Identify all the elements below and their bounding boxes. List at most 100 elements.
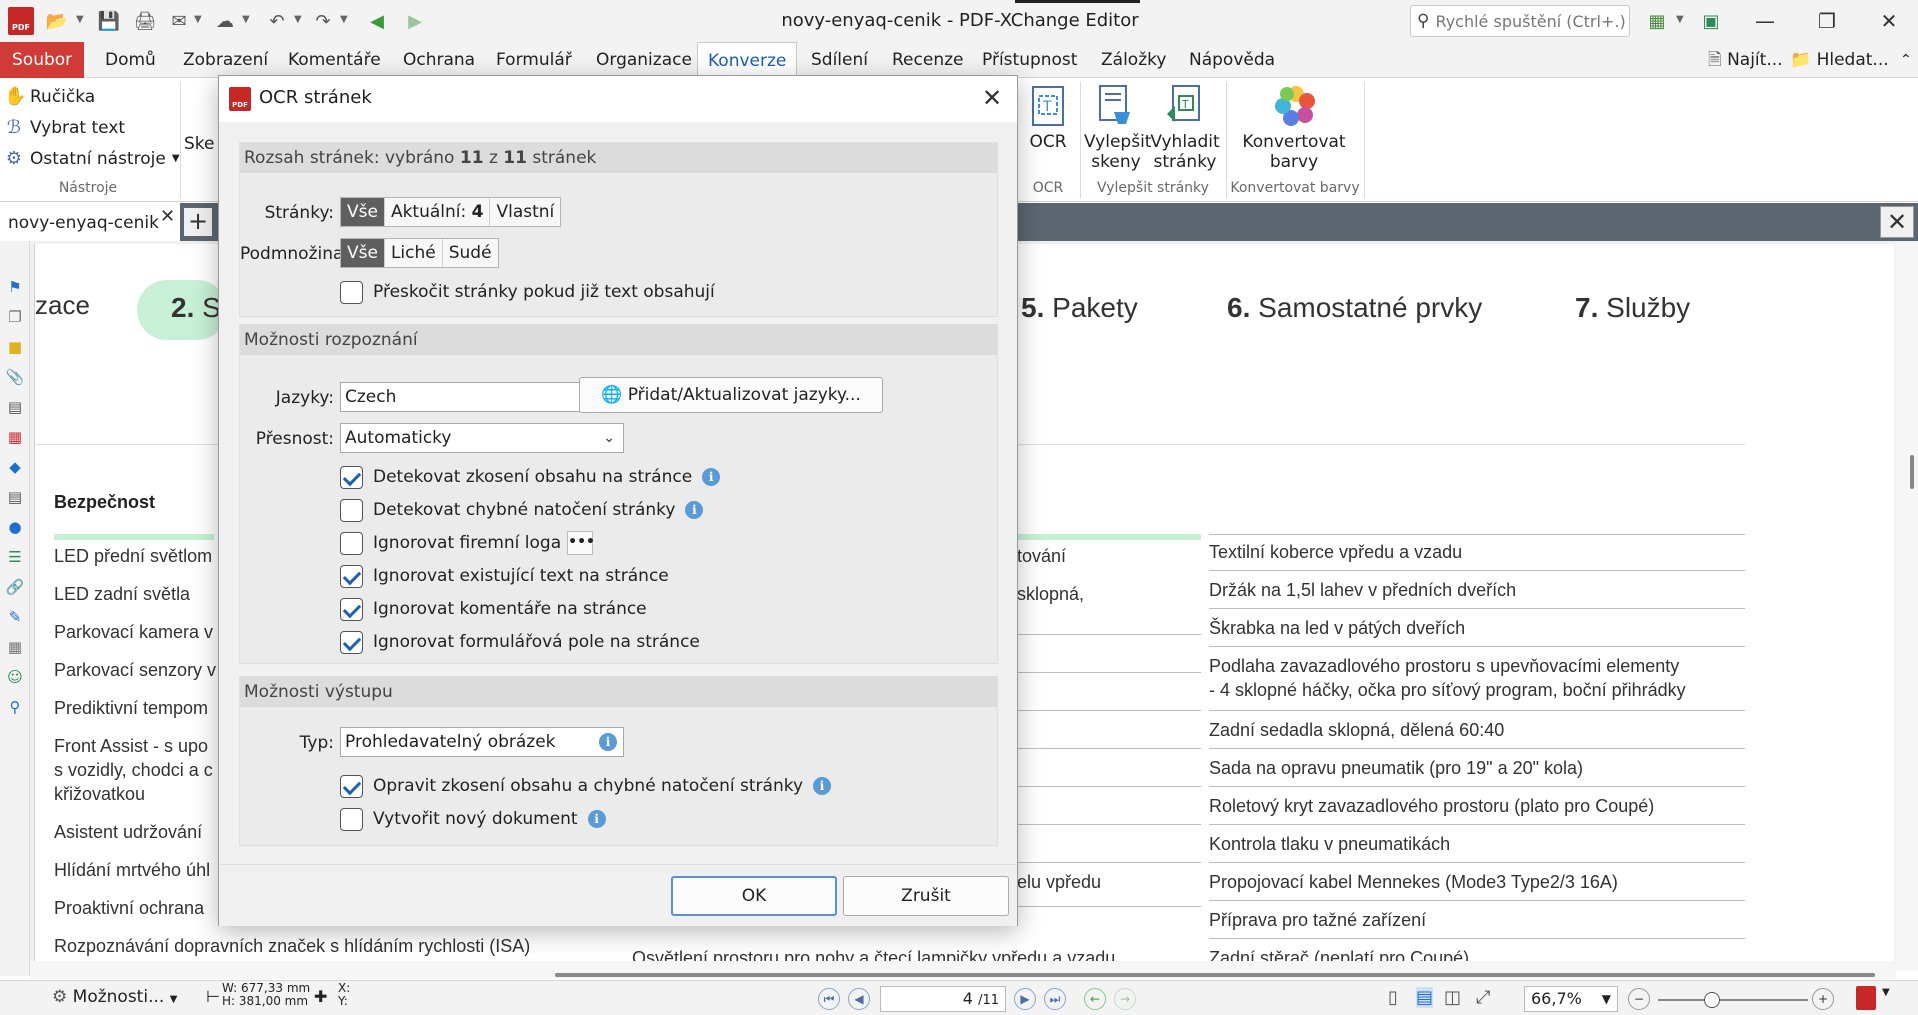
print-icon[interactable]: 🖨: [132, 8, 158, 34]
menu-bookmarks[interactable]: Záložky: [1091, 42, 1176, 78]
output-type-select[interactable]: Prohledavatelný obrázek i: [340, 727, 624, 757]
ignore-text-checkbox[interactable]: Ignorovat existující text na stránce: [340, 564, 669, 588]
email-icon[interactable]: ✉: [166, 8, 192, 34]
horizontal-scroll-thumb[interactable]: [555, 973, 1875, 977]
chevron-down-icon[interactable]: ▼: [194, 14, 202, 25]
menu-protect[interactable]: Ochrana: [393, 42, 485, 78]
subset-odd-option[interactable]: Liché: [383, 239, 442, 267]
accessibility-icon[interactable]: ☺: [5, 667, 25, 687]
chevron-down-icon[interactable]: ▼: [340, 14, 348, 25]
cancel-button[interactable]: Zrušit: [843, 876, 1009, 916]
checkbox-box-checked[interactable]: [340, 564, 363, 588]
close-tab-icon[interactable]: ✕: [160, 206, 175, 227]
single-page-icon[interactable]: ▯: [1388, 987, 1398, 1008]
save-icon[interactable]: 💾: [96, 8, 122, 34]
page-number-input[interactable]: 4 /11: [880, 986, 1006, 1012]
ok-button[interactable]: OK: [671, 876, 837, 916]
ocr-button[interactable]: T OCR: [1022, 84, 1074, 152]
scan-button-partial[interactable]: Ske: [184, 134, 215, 154]
close-dialog-button[interactable]: ✕: [975, 81, 1009, 115]
menu-accessibility[interactable]: Přístupnost: [972, 42, 1087, 78]
smooth-pages-button[interactable]: T Vyhladit stránky: [1150, 84, 1220, 172]
signatures-icon[interactable]: ▦: [5, 427, 25, 447]
previous-page-icon[interactable]: ◀: [848, 988, 870, 1010]
ignore-comments-checkbox[interactable]: Ignorovat komentáře na stránce: [340, 597, 647, 621]
document-icon[interactable]: ▤: [5, 397, 25, 417]
fix-skew-checkbox[interactable]: Opravit zkosení obsahu a chybné natočení…: [340, 774, 832, 798]
continuous-page-icon[interactable]: ▤: [1416, 987, 1434, 1008]
checkbox-box[interactable]: [340, 280, 363, 304]
chevron-down-icon[interactable]: ▼: [242, 14, 250, 25]
attachments-icon[interactable]: 📎: [5, 367, 25, 387]
menu-convert[interactable]: Konverze: [697, 42, 798, 79]
menu-home[interactable]: Domů: [95, 42, 166, 78]
comments-icon[interactable]: ■: [5, 337, 25, 357]
zoom-in-icon[interactable]: +: [1812, 988, 1834, 1010]
content-icon[interactable]: ▦: [5, 637, 25, 657]
menu-share[interactable]: Sdílení: [801, 42, 878, 78]
info-icon[interactable]: i: [702, 468, 721, 486]
undo-icon[interactable]: ↶: [264, 8, 290, 34]
menu-form[interactable]: Formulář: [486, 42, 582, 78]
close-window-button[interactable]: ✕: [1866, 4, 1912, 38]
ignore-fields-checkbox[interactable]: Ignorovat formulářová pole na stránce: [340, 630, 700, 654]
checkbox-box-checked[interactable]: [340, 597, 363, 621]
menu-help[interactable]: Nápověda: [1179, 42, 1285, 78]
document-tab[interactable]: novy-enyaq-cenik: [0, 203, 180, 241]
pages-current-option[interactable]: Aktuální: 4: [383, 198, 490, 226]
first-page-icon[interactable]: ⏮: [818, 988, 840, 1010]
info-icon[interactable]: i: [685, 501, 704, 519]
menu-organize[interactable]: Organizace: [586, 42, 702, 78]
checkbox-box[interactable]: [340, 807, 363, 831]
new-document-checkbox[interactable]: Vytvořit nový dokument i: [340, 807, 606, 831]
fullscreen-icon[interactable]: ▣: [1698, 8, 1724, 34]
minimize-button[interactable]: —: [1742, 4, 1788, 38]
other-tools-button[interactable]: ⚙ Ostatní nástroje ▼: [4, 148, 180, 169]
vertical-scroll-thumb[interactable]: [1910, 455, 1914, 489]
detect-skew-checkbox[interactable]: Detekovat zkosení obsahu na stránce i: [340, 465, 721, 489]
skip-text-pages-checkbox[interactable]: Přeskočit stránky pokud již text obsahuj…: [340, 280, 715, 304]
zoom-out-icon[interactable]: −: [1628, 988, 1650, 1010]
new-tab-button[interactable]: +: [184, 208, 212, 236]
info-icon[interactable]: i: [599, 733, 617, 751]
chevron-down-icon[interactable]: ▼: [1882, 987, 1890, 998]
properties-icon[interactable]: ▤: [5, 487, 25, 507]
add-languages-button[interactable]: 🌐 Přidat/Aktualizovat jazyky...: [579, 377, 883, 413]
app-logo[interactable]: PDF: [8, 7, 34, 35]
open-folder-icon[interactable]: 📂: [44, 8, 70, 34]
next-view-icon[interactable]: →: [1114, 988, 1136, 1010]
search-results-icon[interactable]: ⚲: [5, 697, 25, 717]
detect-rotation-checkbox[interactable]: Detekovat chybné natočení stránky i: [340, 498, 704, 522]
checkbox-box-checked[interactable]: [340, 774, 363, 798]
tags-icon[interactable]: ✎: [5, 607, 25, 627]
menu-file[interactable]: Soubor: [0, 42, 84, 78]
find-button[interactable]: 🗎 Najít...: [1698, 42, 1793, 78]
thumbnails-icon[interactable]: ❐: [5, 307, 25, 327]
maximize-button[interactable]: ❐: [1804, 4, 1850, 38]
customize-ui-icon[interactable]: ▦: [1644, 8, 1670, 34]
previous-view-icon[interactable]: ←: [1084, 988, 1106, 1010]
facing-pages-icon[interactable]: ◫: [1444, 987, 1461, 1008]
destinations-icon[interactable]: ●: [5, 517, 25, 537]
last-page-icon[interactable]: ⏭: [1044, 988, 1066, 1010]
chevron-down-icon[interactable]: ▼: [1676, 14, 1684, 25]
options-button[interactable]: ⚙ Možnosti... ▼: [52, 987, 177, 1007]
next-page-icon[interactable]: ▶: [1014, 988, 1036, 1010]
search-button[interactable]: 📁 Hledat...: [1780, 42, 1899, 78]
select-text-button[interactable]: ℬ Vybrat text: [4, 117, 125, 138]
forward-icon[interactable]: ▶: [402, 8, 428, 34]
accuracy-select[interactable]: Automaticky ⌄: [340, 423, 624, 453]
zoom-slider-handle[interactable]: [1704, 992, 1720, 1008]
zoom-slider-track[interactable]: [1658, 999, 1808, 1001]
back-icon[interactable]: ◀: [364, 8, 390, 34]
enhance-scans-button[interactable]: Vylepšit skeny: [1084, 84, 1151, 172]
close-document-button[interactable]: ✕: [1880, 206, 1914, 238]
redo-icon[interactable]: ↷: [310, 8, 336, 34]
hand-tool-button[interactable]: ✋ Ručička: [4, 86, 95, 107]
chevron-down-icon[interactable]: ▼: [294, 14, 302, 25]
menu-view[interactable]: Zobrazení: [173, 42, 278, 78]
pdf-app-icon[interactable]: [1856, 986, 1876, 1010]
ignore-logos-checkbox[interactable]: Ignorovat firemní loga •••: [340, 531, 595, 555]
more-options-button[interactable]: •••: [567, 531, 595, 555]
pages-all-option[interactable]: Vše: [341, 198, 384, 226]
